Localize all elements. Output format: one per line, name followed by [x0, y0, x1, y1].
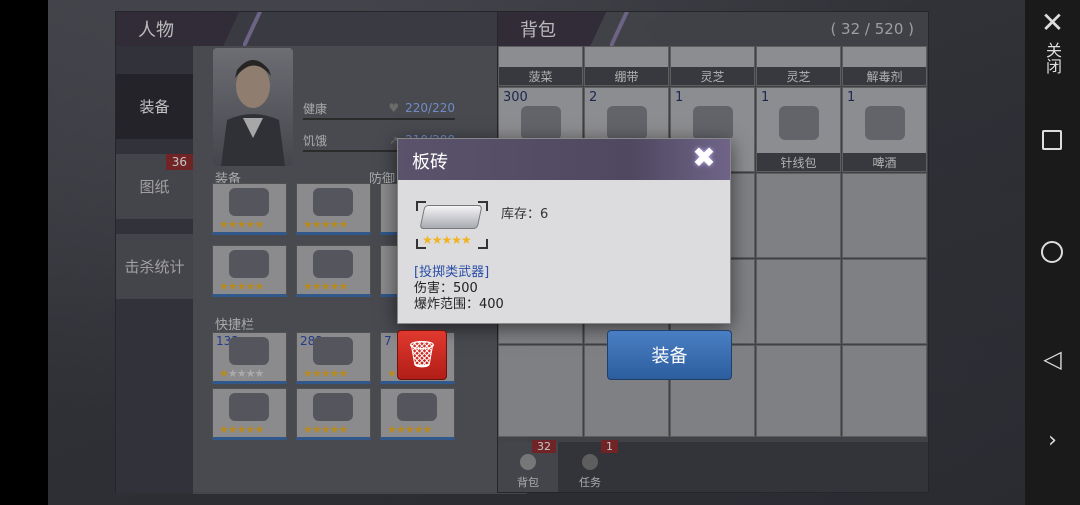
system-navigation-bar: ✕ 关闭 ◁ › — [1025, 0, 1080, 505]
brick-icon — [419, 205, 483, 229]
close-icon[interactable]: ✖ — [688, 143, 720, 175]
chevron-right-icon[interactable]: › — [1025, 428, 1080, 453]
equip-button-label: 装备 — [651, 346, 688, 367]
popup-item-stars: ★★★★★ — [422, 233, 472, 247]
close-label[interactable]: 关闭 — [1042, 42, 1064, 74]
popup-item-preview: ★★★★★ — [416, 201, 488, 249]
popup-header: 板砖 ✖ — [398, 139, 730, 180]
close-icon[interactable]: ✕ — [1025, 6, 1080, 39]
game-stage: 人物 装备 图纸 36 击杀统计 健康 ♥ 220/220 饥饿 ➚ 装备 防御… — [48, 0, 1025, 505]
item-detail-popup: 板砖 ✖ ★★★★★ 库存：6 [投掷类武器] 伤害：500 爆炸范围：400 — [397, 138, 731, 324]
equip-button[interactable]: 装备 — [607, 330, 732, 380]
popup-title: 板砖 — [412, 152, 448, 173]
square-icon[interactable] — [1042, 130, 1062, 150]
circle-icon[interactable] — [1041, 241, 1063, 263]
popup-blast-range: 爆炸范围：400 — [414, 297, 504, 312]
back-triangle-icon[interactable]: ◁ — [1025, 345, 1080, 373]
trash-icon: 🗑 — [405, 340, 439, 370]
popup-stock: 库存：6 — [501, 207, 549, 222]
delete-item-button[interactable]: 🗑 — [397, 330, 447, 380]
